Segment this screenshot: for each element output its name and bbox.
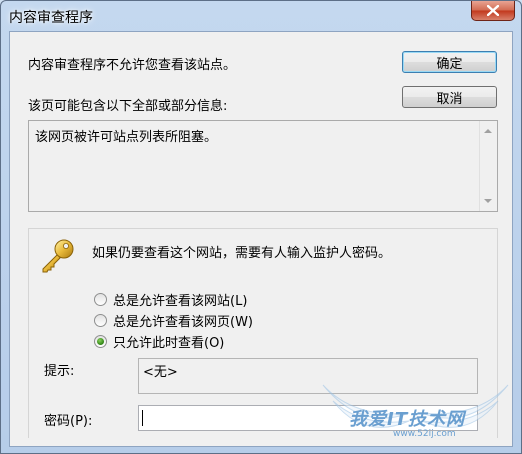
window-title: 内容审查程序 (9, 10, 93, 26)
radio-this-time[interactable]: 只允许此时查看(O) (94, 332, 224, 351)
radio-always-page[interactable]: 总是允许查看该网页(W) (94, 311, 253, 330)
info-scrollbar[interactable] (479, 121, 497, 211)
info-label: 该页可能包含以下全部或部分信息: (28, 99, 228, 114)
key-icon (42, 239, 74, 273)
radio-button[interactable] (94, 314, 107, 327)
dialog-window: 内容审查程序 内容审查程序不允许您查看该站点。 该页可能包含以下全部或部分信息:… (0, 0, 522, 454)
auth-message: 如果仍要查看这个网站，需要有人输入监护人密码。 (92, 246, 392, 261)
hint-label: 提示: (44, 364, 75, 379)
info-content: 该网页被许可站点列表所阻塞。 (35, 130, 218, 145)
close-icon (487, 5, 499, 16)
title-bar[interactable]: 内容审查程序 (1, 1, 521, 31)
info-textbox[interactable]: 该网页被许可站点列表所阻塞。 (28, 120, 498, 212)
password-label: 密码(P): (44, 414, 93, 429)
watermark-url: www.52ij.com (393, 429, 456, 439)
radio-label: 总是允许查看该网页(W) (113, 315, 253, 330)
radio-label: 只允许此时查看(O) (113, 336, 225, 351)
hint-value: <无> (143, 365, 178, 380)
close-button[interactable] (471, 1, 515, 21)
text-caret (142, 410, 143, 426)
block-message: 内容审查程序不允许您查看该站点。 (28, 58, 237, 73)
scroll-up-icon[interactable] (484, 129, 492, 133)
radio-always-site[interactable]: 总是允许查看该网站(L) (94, 290, 247, 309)
ok-button[interactable]: 确定 (402, 51, 497, 73)
scroll-down-icon[interactable] (484, 199, 492, 203)
radio-button[interactable] (94, 293, 107, 306)
radio-button-checked[interactable] (94, 335, 107, 348)
watermark-text: 我爱IT技术网 (349, 409, 465, 430)
radio-label: 总是允许查看该网站(L) (113, 294, 248, 309)
cancel-button[interactable]: 取消 (402, 86, 497, 108)
